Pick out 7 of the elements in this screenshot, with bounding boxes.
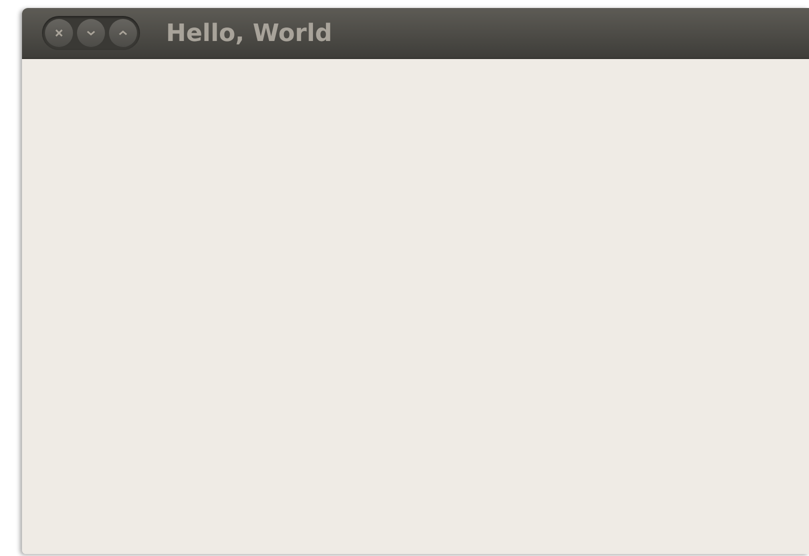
chevron-up-icon	[118, 28, 128, 38]
maximize-button[interactable]	[109, 19, 137, 47]
window-title: Hello, World	[166, 19, 332, 47]
close-icon	[54, 28, 64, 38]
minimize-button[interactable]	[77, 19, 105, 47]
chevron-down-icon	[86, 28, 96, 38]
close-button[interactable]	[45, 19, 73, 47]
